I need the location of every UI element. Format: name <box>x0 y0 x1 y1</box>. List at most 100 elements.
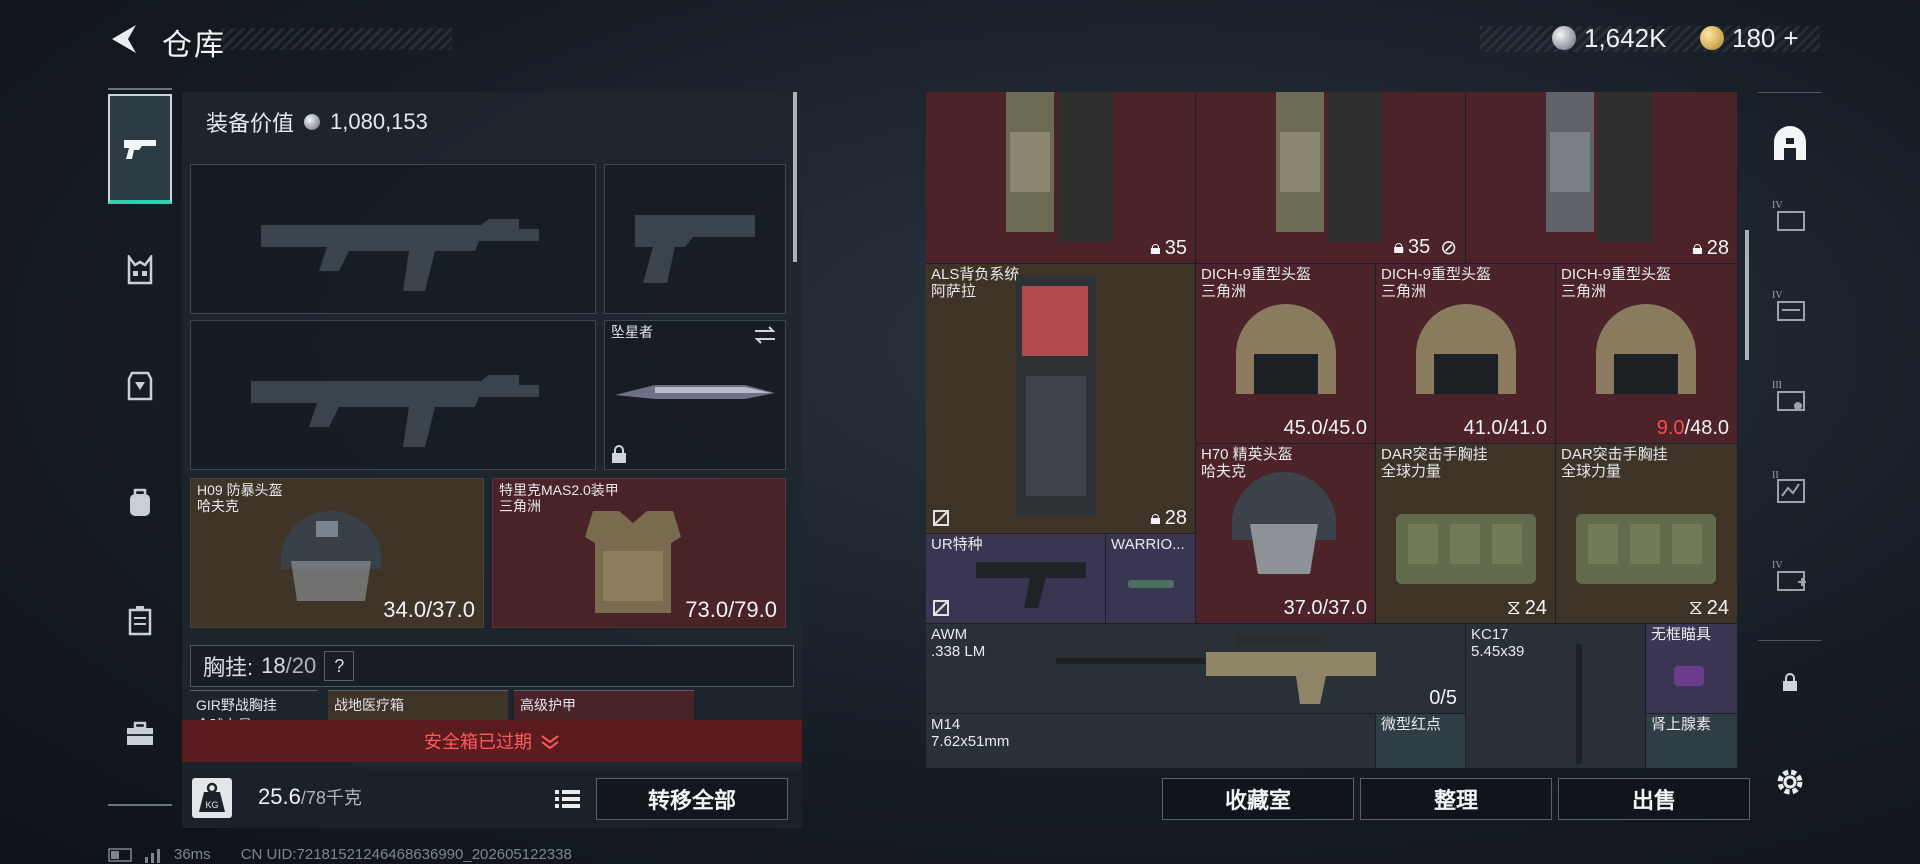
filter-tier-iv-medkit[interactable]: IV <box>1766 552 1814 600</box>
stash-item-m14[interactable]: M14 7.62x51mm <box>926 714 1376 768</box>
stash-item-backpack[interactable]: 🔒︎ 28 <box>1466 92 1738 264</box>
item-count: 🔒︎ 35 ⊘ <box>1393 236 1457 259</box>
stash-item-stock[interactable]: UR特种 <box>926 534 1106 624</box>
filter-tier-iv-case[interactable]: IV <box>1766 282 1814 330</box>
rifle-silhouette-icon <box>251 375 539 447</box>
nav-toolbox[interactable] <box>108 704 172 764</box>
weight-bar: KG 25.6/78千克 转移全部 <box>182 770 802 826</box>
settings-button[interactable] <box>1766 758 1814 806</box>
rifle-image <box>1576 644 1582 764</box>
melee-slot[interactable]: 坠星者 <box>604 320 786 470</box>
sort-button[interactable]: 整理 <box>1360 778 1552 820</box>
item-durability: 37.0/37.0 <box>1283 597 1367 619</box>
loadout-panel: 装备价值 1,080,153 坠星者 H09 防暴头盔 哈夫克 34.0/37.… <box>182 92 802 828</box>
stash-item-helmet[interactable]: DICH-9重型头盔 三角洲 45.0/45.0 <box>1196 264 1376 444</box>
stash-scrollbar[interactable] <box>1745 230 1749 360</box>
primary-weapon-slot-2[interactable] <box>190 320 596 470</box>
helmet-name: H09 防暴头盔 哈夫克 <box>197 482 283 514</box>
filter-tier-ii-map[interactable]: II <box>1766 462 1814 510</box>
stash-item-backpack[interactable]: 🔒︎ 35 <box>926 92 1196 264</box>
pistol-silhouette-icon <box>635 215 755 283</box>
item-count: ⧖ 24 <box>1688 597 1729 619</box>
svg-text:KG: KG <box>205 800 218 810</box>
gold-currency[interactable]: 180 + <box>1700 22 1799 54</box>
stash-item-helmet[interactable]: DICH-9重型头盔 三角洲 41.0/41.0 <box>1376 264 1556 444</box>
filter-tier-iii-key[interactable]: III <box>1766 372 1814 420</box>
add-currency-icon[interactable]: + <box>1783 23 1798 54</box>
weight-max: /78千克 <box>300 788 362 808</box>
item-count: 🔒︎ 28 <box>1150 507 1187 529</box>
helmet-image <box>281 511 381 601</box>
list-view-icon[interactable] <box>550 782 584 816</box>
lock-icon: 🔒︎ <box>1150 237 1161 259</box>
sell-button[interactable]: 出售 <box>1558 778 1750 820</box>
stash-item-chest-rig[interactable]: DAR突击手胸挂 全球力量 ⧖ 24 <box>1556 444 1738 624</box>
swap-icon[interactable] <box>753 325 777 345</box>
chest-rig-image <box>1396 514 1536 584</box>
nav-divider <box>1758 92 1822 93</box>
toolbox-icon <box>125 721 155 747</box>
nav-divider <box>108 804 172 806</box>
stash-item-red-dot[interactable]: 微型红点 <box>1376 714 1466 768</box>
stash-item-chest-rig[interactable]: DAR突击手胸挂 全球力量 ⧖ 24 <box>1376 444 1556 624</box>
key-icon: III <box>1770 376 1810 416</box>
armor-vest-image <box>585 511 681 613</box>
user-uid: CN UID:72181521246468636990_202605122338 <box>240 846 572 863</box>
nav-armor[interactable] <box>108 356 172 416</box>
secondary-weapon-slot[interactable] <box>604 164 786 314</box>
stash-item-kc17[interactable]: KC17 5.45x39 <box>1466 624 1646 768</box>
nav-case[interactable] <box>108 590 172 650</box>
item-name: DAR突击手胸挂 全球力量 <box>1381 446 1488 480</box>
helmet-image <box>1236 304 1336 394</box>
nav-divider <box>108 88 172 90</box>
all-items-icon <box>1770 124 1810 164</box>
filter-locked[interactable] <box>1766 658 1814 706</box>
item-name: AWM .338 LM <box>931 626 986 660</box>
weight-current: 25.6 <box>258 784 301 809</box>
stash-item-adrenaline[interactable]: 肾上腺素 <box>1646 714 1738 768</box>
flashlight-image <box>1128 580 1174 588</box>
helmet-image <box>1416 304 1516 394</box>
svg-text:IV: IV <box>1772 560 1783 571</box>
stash-item-helmet[interactable]: H70 精英头盔 哈夫克 37.0/37.0 <box>1196 444 1376 624</box>
safe-box-expired-banner[interactable]: 安全箱已过期 <box>182 720 802 762</box>
help-icon[interactable]: ? <box>324 651 355 681</box>
item-name: 微型红点 <box>1381 716 1442 733</box>
sniper-rifle-image <box>1056 634 1376 704</box>
stash-item-awm[interactable]: AWM .338 LM 0/5 <box>926 624 1466 714</box>
primary-weapon-slot[interactable] <box>190 164 596 314</box>
nav-chest-rig[interactable] <box>108 240 172 300</box>
collection-room-button[interactable]: 收藏室 <box>1162 778 1354 820</box>
silver-amount: 1,642K <box>1584 22 1667 53</box>
lock-icon <box>611 445 627 463</box>
back-arrow-icon[interactable] <box>108 22 142 56</box>
item-name: 无框瞄具 <box>1651 626 1712 643</box>
filter-tier-iv-toolkit[interactable]: IV <box>1766 192 1814 240</box>
silver-currency[interactable]: 1,642K <box>1552 22 1666 54</box>
helmet-slot[interactable]: H09 防暴头盔 哈夫克 34.0/37.0 <box>190 478 484 628</box>
nav-weapons[interactable] <box>108 94 172 204</box>
lock-icon: 🔒︎ <box>1393 236 1404 258</box>
item-durability: 45.0/45.0 <box>1283 417 1367 439</box>
filter-all[interactable] <box>1766 120 1814 168</box>
stash-item-scope[interactable]: 无框瞄具 <box>1646 624 1738 714</box>
no-insure-icon <box>932 599 950 617</box>
weight-readout: 25.6/78千克 <box>258 784 362 810</box>
stash-item-flashlight[interactable]: WARRIO... <box>1106 534 1196 624</box>
nav-backpack[interactable] <box>108 472 172 532</box>
loadout-scrollbar[interactable] <box>793 92 797 262</box>
transfer-all-button[interactable]: 转移全部 <box>596 778 788 820</box>
equip-value-amount: 1,080,153 <box>330 109 428 134</box>
backpack-image <box>1016 276 1096 516</box>
item-name: KC17 5.45x39 <box>1471 626 1525 660</box>
battery-icon <box>108 847 136 862</box>
svg-text:IV: IV <box>1772 200 1783 211</box>
item-count: 🔒︎ 35 <box>1150 237 1187 259</box>
armor-slot[interactable]: 特里克MAS2.0装甲 三角洲 73.0/79.0 <box>492 478 786 628</box>
chevron-down-icon <box>540 733 560 749</box>
stash-item-backpack[interactable]: 🔒︎ 35 ⊘ <box>1196 92 1466 264</box>
scope-image <box>1674 666 1704 686</box>
stash-item-als-backpack[interactable]: ALS背负系统 阿萨拉 🔒︎ 28 <box>926 264 1196 534</box>
stash-item-helmet[interactable]: DICH-9重型头盔 三角洲 9.0/48.0 <box>1556 264 1738 444</box>
silver-coin-icon <box>304 114 321 130</box>
